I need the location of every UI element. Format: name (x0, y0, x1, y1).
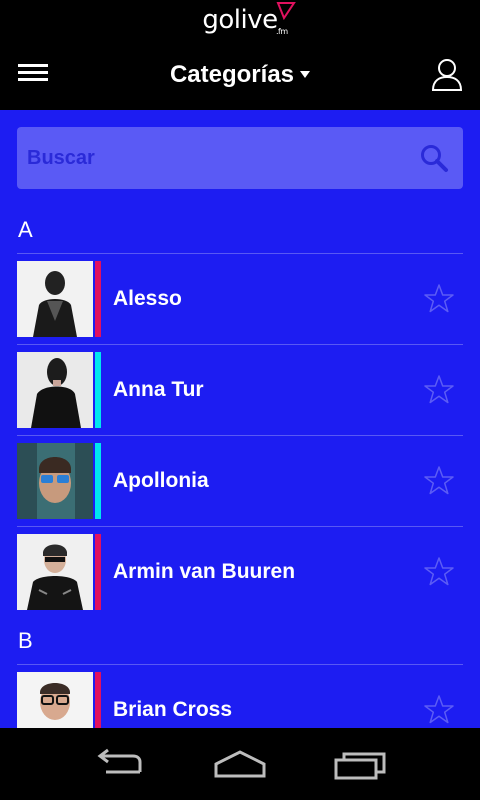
star-icon[interactable] (423, 283, 455, 315)
artist-row-anna-tur[interactable]: Anna Tur (17, 352, 463, 428)
search-icon[interactable] (419, 143, 449, 173)
star-icon[interactable] (423, 374, 455, 406)
artist-row-alesso[interactable]: Alesso (17, 261, 463, 337)
artist-photo (17, 261, 93, 337)
artist-row-apollonia[interactable]: Apollonia (17, 443, 463, 519)
category-accent (95, 352, 101, 428)
artist-photo (17, 534, 93, 610)
section-header-b: B (18, 628, 33, 653)
star-icon[interactable] (423, 556, 455, 588)
artist-row-armin-van-buuren[interactable]: Armin van Buuren (17, 534, 463, 610)
system-nav-bar (0, 728, 480, 800)
back-icon[interactable] (92, 748, 148, 782)
app-logo: golive .fm (0, 1, 480, 38)
user-profile-icon[interactable] (430, 56, 464, 92)
home-icon[interactable] (212, 748, 268, 782)
logo-triangle-icon (276, 1, 296, 20)
logo-text: golive (202, 5, 278, 35)
recent-apps-icon[interactable] (332, 748, 388, 782)
star-icon[interactable] (423, 465, 455, 497)
artist-name: Armin van Buuren (113, 560, 296, 583)
artist-name: Anna Tur (113, 378, 204, 401)
artist-name: Alesso (113, 287, 182, 310)
category-accent (95, 261, 101, 337)
search-bar (17, 127, 463, 189)
divider (17, 435, 463, 436)
artist-name: Apollonia (113, 469, 209, 492)
top-bar: golive .fm Categorías (0, 0, 480, 110)
star-icon[interactable] (423, 694, 455, 726)
caret-down-icon (300, 71, 311, 78)
artist-photo (17, 352, 93, 428)
artist-photo (17, 443, 93, 519)
logo-sub: .fm (275, 27, 288, 36)
category-accent (95, 534, 101, 610)
divider (17, 664, 463, 665)
category-accent (95, 443, 101, 519)
search-input[interactable] (27, 127, 407, 189)
page-title: Categorías (169, 61, 295, 88)
divider (17, 344, 463, 345)
divider (17, 253, 463, 254)
divider (17, 526, 463, 527)
category-dropdown[interactable]: Categorías (0, 58, 480, 92)
section-header-a: A (18, 217, 33, 242)
